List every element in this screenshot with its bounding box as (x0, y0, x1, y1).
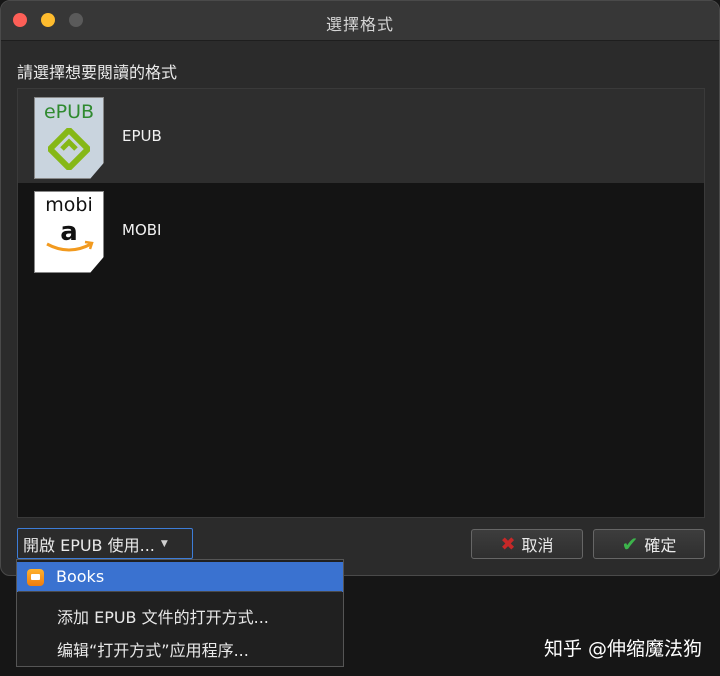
menu-item-edit-open-with[interactable]: 编辑“打开方式”应用程序... (17, 632, 343, 662)
mobi-icon: mobi a (34, 191, 104, 273)
epub-icon: ePUB (34, 97, 104, 179)
menu-item-books-label: Books (56, 567, 105, 586)
open-with-label: 開啟 EPUB 使用... (23, 535, 155, 555)
menu-item-add-label: 添加 EPUB 文件的打开方式... (57, 608, 269, 627)
menu-item-books[interactable]: Books (17, 562, 343, 592)
window-title: 選擇格式 (325, 15, 394, 34)
list-item-epub[interactable]: ePUB EPUB (18, 89, 704, 183)
list-item-mobi[interactable]: mobi a MOBI (18, 183, 704, 277)
amazon-logo-icon: a (46, 217, 94, 252)
format-list: ePUB EPUB mobi a MOBI (17, 88, 705, 518)
chevron-down-icon: ▼ (160, 538, 168, 549)
title-bar: 選擇格式 (1, 1, 719, 41)
format-label-epub: EPUB (122, 127, 162, 145)
confirm-button[interactable]: ✔ 確定 (593, 529, 705, 559)
format-dialog: 選擇格式 請選擇想要閱讀的格式 ePUB EPUB mobi a MOBI 開啟… (0, 0, 720, 576)
svg-text:a: a (60, 217, 78, 247)
books-app-icon (27, 569, 44, 586)
menu-item-add-open-with[interactable]: 添加 EPUB 文件的打开方式... (17, 599, 343, 629)
format-label-mobi: MOBI (122, 221, 162, 239)
cancel-x-icon: ✖ (500, 533, 516, 555)
menu-separator (18, 591, 342, 592)
cancel-button[interactable]: ✖ 取消 (471, 529, 583, 559)
watermark: 知乎 @伸缩魔法狗 (543, 638, 702, 660)
epub-logo-icon (48, 128, 90, 170)
confirm-button-label: 確定 (644, 536, 677, 555)
menu-item-edit-label: 编辑“打开方式”应用程序... (57, 641, 249, 660)
checkmark-icon: ✔ (621, 532, 639, 556)
open-with-menu: Books 添加 EPUB 文件的打开方式... 编辑“打开方式”应用程序... (16, 559, 344, 667)
open-with-dropdown[interactable]: 開啟 EPUB 使用... ▼ (17, 528, 193, 559)
cancel-button-label: 取消 (521, 536, 554, 555)
prompt-label: 請選擇想要閱讀的格式 (17, 63, 178, 82)
